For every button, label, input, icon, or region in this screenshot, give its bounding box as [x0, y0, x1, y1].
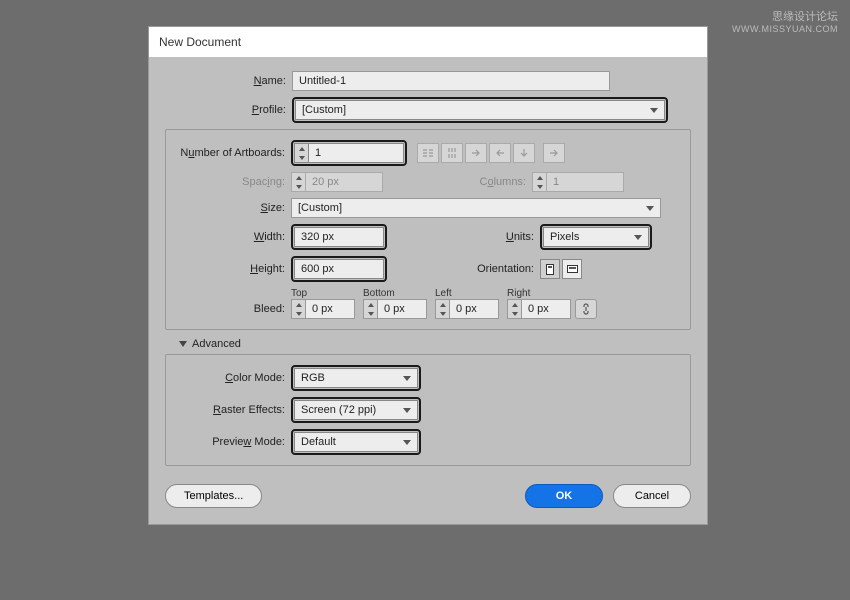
advanced-toggle[interactable]: Advanced	[179, 338, 691, 350]
advanced-panel: Color Mode: RGB Raster Effects: Screen (…	[165, 354, 691, 466]
name-label: Name:	[165, 75, 292, 87]
columns-stepper	[532, 172, 624, 192]
arrow-right2-icon	[543, 143, 565, 163]
bleed-label: Bleed:	[174, 303, 291, 315]
spacing-stepper	[291, 172, 383, 192]
height-input[interactable]	[294, 259, 384, 279]
width-input[interactable]	[294, 227, 384, 247]
artboards-stepper[interactable]	[294, 143, 404, 163]
profile-label: Profile:	[165, 104, 292, 116]
ok-button[interactable]: OK	[525, 484, 603, 508]
bleed-right-stepper[interactable]	[507, 299, 571, 319]
size-select[interactable]: [Custom]	[291, 198, 661, 218]
color-mode-select[interactable]: RGB	[294, 368, 418, 388]
color-mode-label: Color Mode:	[174, 372, 291, 384]
grid-row-icon	[417, 143, 439, 163]
arrow-down-icon	[513, 143, 535, 163]
bleed-top-label: Top	[291, 288, 363, 299]
orientation-landscape-button[interactable]	[562, 259, 582, 279]
columns-label: Columns:	[383, 176, 532, 188]
main-panel: Number of Artboards: Spacin	[165, 129, 691, 330]
arrow-right-icon	[465, 143, 487, 163]
dialog-title: New Document	[149, 27, 707, 57]
templates-button[interactable]: Templates...	[165, 484, 262, 508]
bleed-right-label: Right	[507, 288, 579, 299]
spacing-label: Spacing:	[174, 176, 291, 188]
watermark: 思缘设计论坛 WWW.MISSYUAN.COM	[732, 8, 838, 34]
units-select[interactable]: Pixels	[543, 227, 649, 247]
grid-col-icon	[441, 143, 463, 163]
artboards-label: Number of Artboards:	[174, 147, 291, 159]
bleed-top-stepper[interactable]	[291, 299, 355, 319]
name-input[interactable]	[292, 71, 610, 91]
raster-label: Raster Effects:	[174, 404, 291, 416]
bleed-bottom-stepper[interactable]	[363, 299, 427, 319]
preview-select[interactable]: Default	[294, 432, 418, 452]
arrow-left-icon	[489, 143, 511, 163]
units-label: Units:	[387, 231, 540, 243]
new-document-dialog: New Document Name: Profile: [Custom] Num…	[148, 26, 708, 525]
profile-select[interactable]: [Custom]	[295, 100, 665, 120]
bleed-left-stepper[interactable]	[435, 299, 499, 319]
size-label: Size:	[174, 202, 291, 214]
orientation-portrait-button[interactable]	[540, 259, 560, 279]
bleed-link-button[interactable]	[575, 299, 597, 319]
height-label: Height:	[174, 263, 291, 275]
cancel-button[interactable]: Cancel	[613, 484, 691, 508]
bleed-bottom-label: Bottom	[363, 288, 435, 299]
raster-select[interactable]: Screen (72 ppi)	[294, 400, 418, 420]
bleed-left-label: Left	[435, 288, 507, 299]
width-label: Width:	[174, 231, 291, 243]
orientation-label: Orientation:	[387, 263, 540, 275]
preview-label: Preview Mode:	[174, 436, 291, 448]
